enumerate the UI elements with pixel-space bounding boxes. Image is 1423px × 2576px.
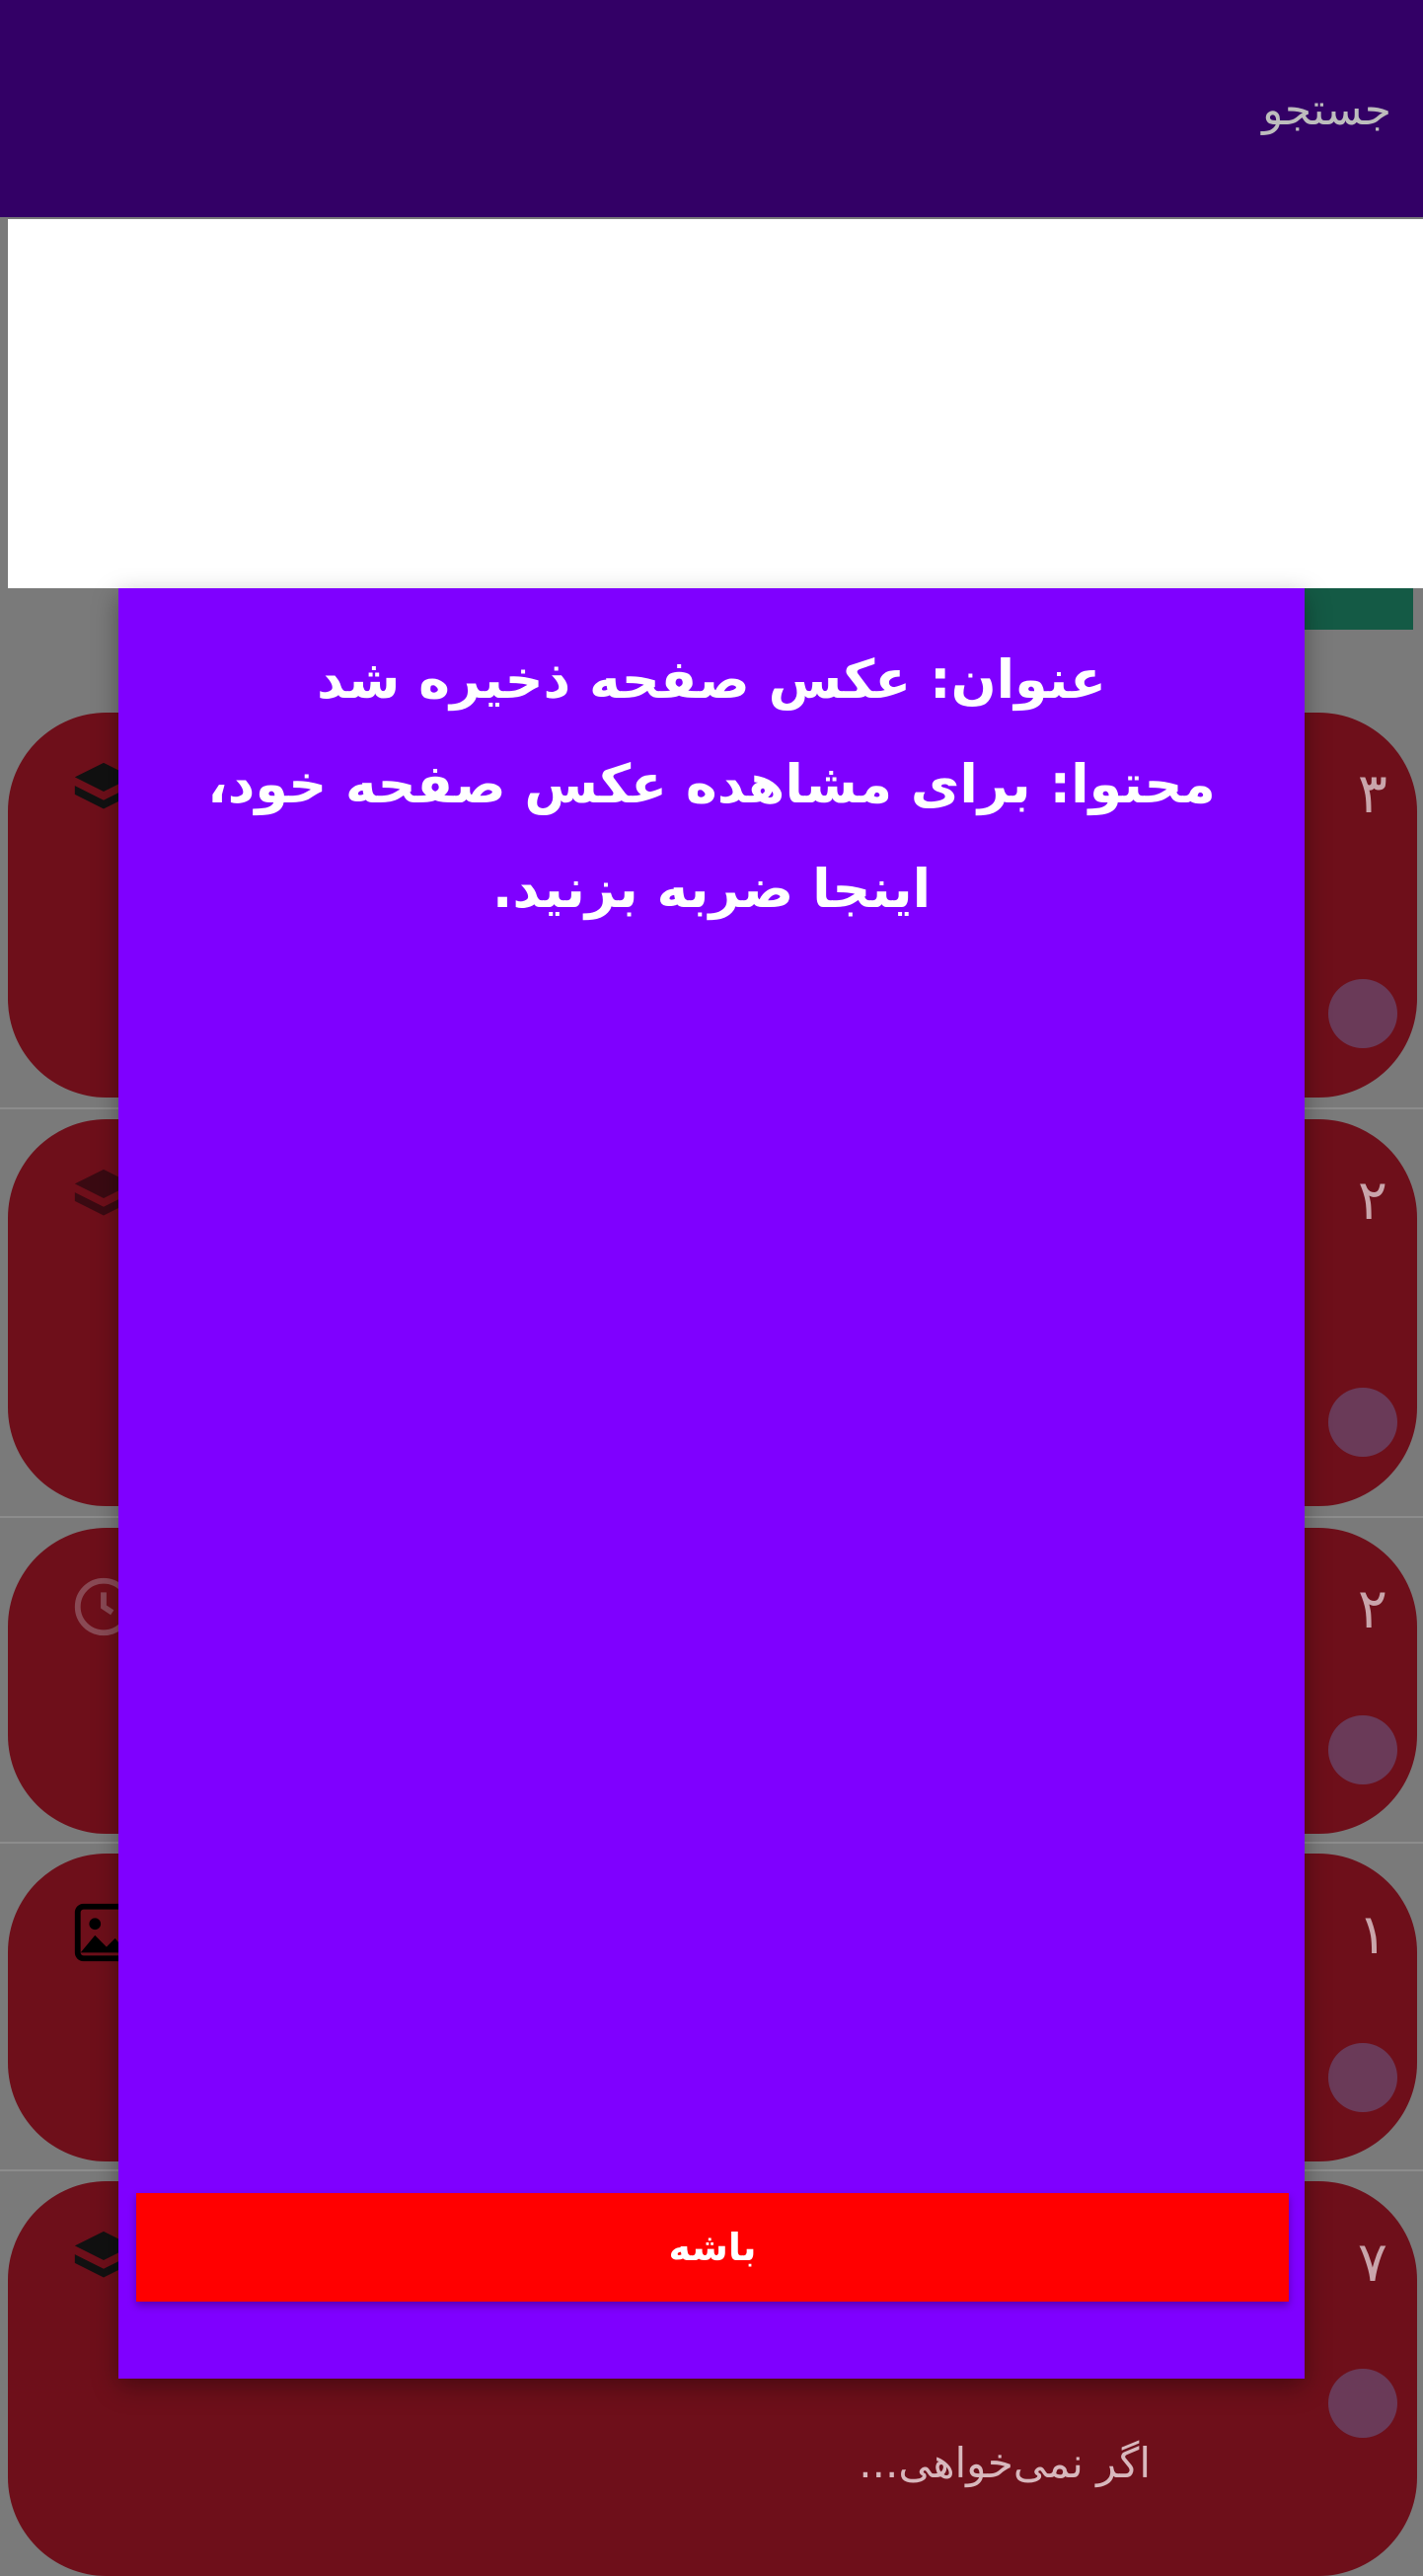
settings-icon[interactable] (1328, 1388, 1397, 1457)
item-badge: ۲ (1357, 1169, 1387, 1233)
item-note: اگر نمی‌خواهی... (859, 2439, 1151, 2487)
item-badge: ۱ (1357, 1903, 1387, 1967)
settings-icon[interactable] (1328, 979, 1397, 1048)
item-badge: ۳ (1357, 762, 1387, 826)
dialog-message[interactable]: عنوان: عکس صفحه ذخیره شد محتوا: برای مشا… (148, 628, 1275, 942)
item-badge: ۷ (1357, 2231, 1387, 2295)
dialog-content-line: محتوا: برای مشاهده عکس صفحه خود، اینجا ض… (207, 753, 1216, 920)
banner-ad[interactable] (8, 219, 1423, 588)
settings-icon[interactable] (1328, 2369, 1397, 2438)
app-bar: جستجو (0, 0, 1423, 217)
item-badge: ۲ (1357, 1577, 1387, 1641)
settings-icon[interactable] (1328, 2043, 1397, 2112)
settings-icon[interactable] (1328, 1715, 1397, 1784)
dialog-title-line: عنوان: عکس صفحه ذخیره شد (317, 648, 1106, 711)
search-label[interactable]: جستجو (1262, 85, 1391, 135)
screenshot-saved-dialog[interactable]: عنوان: عکس صفحه ذخیره شد محتوا: برای مشا… (118, 588, 1305, 2379)
ok-button[interactable]: باشه (136, 2193, 1289, 2302)
